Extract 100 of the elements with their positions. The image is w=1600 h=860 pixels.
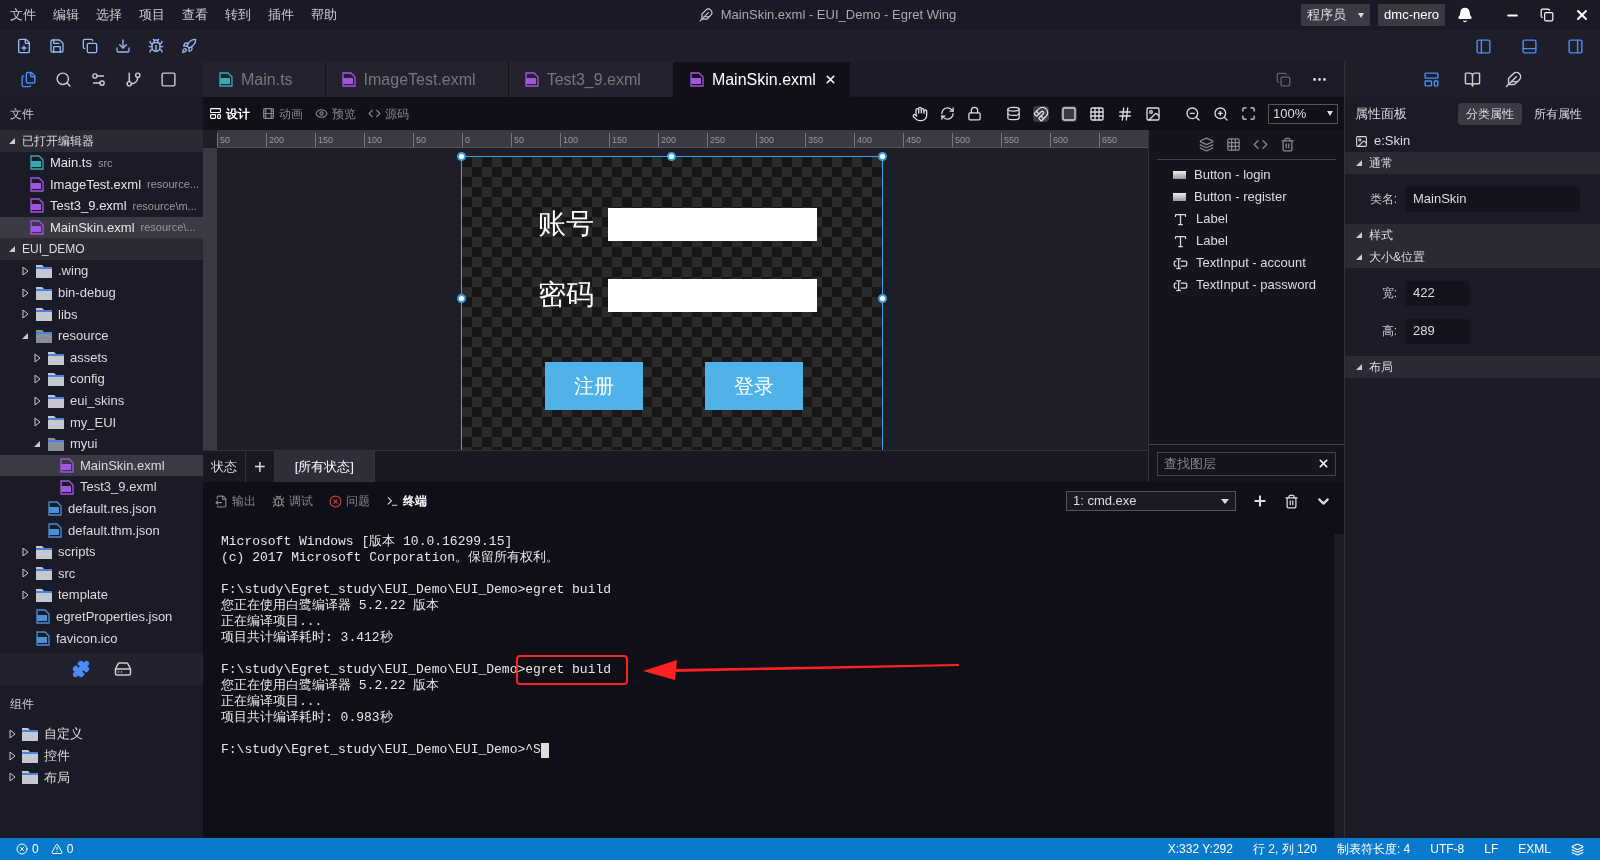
tree-item[interactable]: default.res.json — [0, 497, 203, 520]
property-field[interactable]: 289 — [1405, 318, 1469, 344]
delete-icon[interactable] — [1279, 137, 1295, 152]
resize-handle[interactable] — [667, 152, 676, 161]
scroll-bar[interactable] — [1334, 534, 1344, 838]
expanded-caret-icon[interactable] — [21, 331, 29, 340]
git-icon[interactable] — [125, 71, 142, 88]
add-icon[interactable] — [1252, 493, 1268, 509]
layer-search-field[interactable]: 查找图层 — [1157, 451, 1336, 476]
feather-icon[interactable] — [1505, 71, 1522, 88]
properties-icon[interactable] — [1423, 71, 1440, 88]
expanded-caret-icon[interactable] — [1355, 231, 1363, 239]
open-editor-item[interactable]: ImageTest.exml resource... — [0, 173, 203, 196]
role-select[interactable]: 程序员 — [1301, 4, 1371, 26]
expanded-caret-icon[interactable] — [1355, 363, 1363, 371]
new-file-icon[interactable] — [16, 38, 32, 54]
section-header[interactable]: 大小&位置 — [1369, 248, 1425, 266]
database-icon[interactable] — [1006, 106, 1021, 121]
collapsed-caret-icon[interactable] — [21, 288, 29, 297]
expanded-caret-icon[interactable] — [1355, 159, 1363, 167]
menu-item[interactable]: 查看 — [182, 5, 208, 25]
book-icon[interactable] — [1464, 71, 1481, 88]
tree-item[interactable]: egretProperties.json — [0, 605, 203, 628]
collapsed-caret-icon[interactable] — [21, 267, 29, 276]
status-item[interactable]: UTF-8 — [1430, 840, 1465, 858]
tree-item[interactable]: config — [0, 368, 203, 390]
magnet-icon[interactable] — [1033, 105, 1049, 122]
bug-icon[interactable] — [148, 38, 164, 54]
property-field[interactable]: MainSkin — [1405, 186, 1580, 212]
tree-item[interactable]: myui — [0, 433, 203, 455]
tree-item[interactable]: eui_skins — [0, 389, 203, 412]
view-mode-tab[interactable]: 预览 — [315, 104, 356, 123]
warning-count[interactable]: 0 — [66, 840, 74, 858]
state-tab[interactable]: [所有状态] — [274, 451, 375, 482]
add-state-button[interactable]: + — [245, 451, 275, 482]
layer-item[interactable]: Label — [1149, 208, 1344, 230]
panel-tab[interactable]: 调试 — [272, 492, 313, 510]
tree-item[interactable]: template — [0, 584, 203, 606]
property-field[interactable]: 422 — [1405, 280, 1469, 306]
hand-icon[interactable] — [912, 105, 928, 122]
error-icon[interactable] — [16, 843, 28, 855]
tree-item[interactable]: favicon.ico — [0, 627, 203, 650]
property-tab[interactable]: 所有属性 — [1526, 102, 1590, 125]
collapsed-caret-icon[interactable] — [33, 396, 41, 405]
collapsed-caret-icon[interactable] — [8, 773, 16, 782]
collapsed-caret-icon[interactable] — [21, 591, 29, 600]
tree-item[interactable]: Test3_9.exml — [0, 476, 203, 498]
left-panel-icon[interactable] — [1475, 37, 1492, 55]
code-file-icon[interactable] — [1252, 137, 1268, 152]
status-item[interactable]: X:332 Y:292 — [1167, 840, 1233, 858]
tree-item[interactable]: src — [0, 562, 203, 585]
expanded-caret-icon[interactable] — [1355, 253, 1363, 261]
warning-icon[interactable] — [50, 843, 63, 855]
tree-item[interactable]: MainSkin.exml — [0, 454, 203, 477]
frame-icon[interactable] — [160, 71, 177, 88]
section-header[interactable]: 样式 — [1369, 226, 1393, 244]
terminal-select[interactable]: 1: cmd.exe — [1066, 491, 1236, 511]
resize-handle[interactable] — [878, 294, 887, 303]
layer-item[interactable]: Button - login — [1149, 164, 1344, 186]
trash-icon[interactable] — [1284, 493, 1299, 509]
menu-item[interactable]: 选择 — [96, 5, 122, 25]
panel-tab[interactable]: 输出 — [215, 492, 256, 510]
menu-item[interactable]: 帮助 — [311, 5, 337, 25]
status-item[interactable]: EXML — [1518, 840, 1551, 858]
image-icon[interactable] — [1145, 105, 1161, 122]
tree-item[interactable]: .wing — [0, 260, 203, 282]
status-item[interactable]: 制表符长度: 4 — [1336, 840, 1411, 858]
collapsed-caret-icon[interactable] — [21, 547, 29, 556]
open-editor-item[interactable]: Main.ts src — [0, 152, 203, 174]
panel-tab[interactable]: 问题 — [329, 492, 370, 510]
collapsed-caret-icon[interactable] — [21, 310, 29, 319]
layer-item[interactable]: TextInput - password — [1149, 274, 1344, 296]
expanded-caret-icon[interactable] — [33, 439, 41, 448]
rocket-icon[interactable] — [181, 38, 197, 54]
section-header[interactable]: 布局 — [1369, 358, 1393, 376]
tree-item[interactable]: assets — [0, 346, 203, 369]
tree-item[interactable]: bin-debug — [0, 281, 203, 304]
editor-tab[interactable]: MainSkin.exml — [673, 62, 850, 97]
status-item[interactable]: LF — [1484, 840, 1499, 858]
property-tab[interactable]: 分类属性 — [1458, 102, 1522, 125]
close-tab-icon[interactable] — [823, 73, 837, 86]
save-icon[interactable] — [49, 38, 65, 54]
zoom-select[interactable]: 100% — [1268, 103, 1338, 124]
grid-icon[interactable] — [1089, 105, 1105, 122]
refresh-icon[interactable] — [940, 106, 955, 121]
user-button[interactable]: dmc-nero — [1378, 4, 1445, 26]
layer-item[interactable]: Button - register — [1149, 186, 1344, 208]
lock-icon[interactable] — [967, 106, 982, 121]
restore-icon[interactable] — [1540, 8, 1554, 22]
menu-item[interactable]: 文件 — [10, 5, 36, 25]
view-mode-tab[interactable]: 源码 — [368, 104, 409, 123]
hash-icon[interactable] — [1117, 105, 1133, 122]
layer-item[interactable]: Label — [1149, 230, 1344, 252]
tree-item[interactable]: resource — [0, 325, 203, 347]
status-item[interactable]: 行 2, 列 120 — [1252, 840, 1317, 858]
save-all-icon[interactable] — [82, 38, 98, 54]
menu-item[interactable]: 插件 — [268, 5, 294, 25]
download-icon[interactable] — [115, 38, 131, 54]
menu-item[interactable]: 项目 — [139, 5, 165, 25]
zoom-in-icon[interactable] — [1213, 105, 1229, 122]
